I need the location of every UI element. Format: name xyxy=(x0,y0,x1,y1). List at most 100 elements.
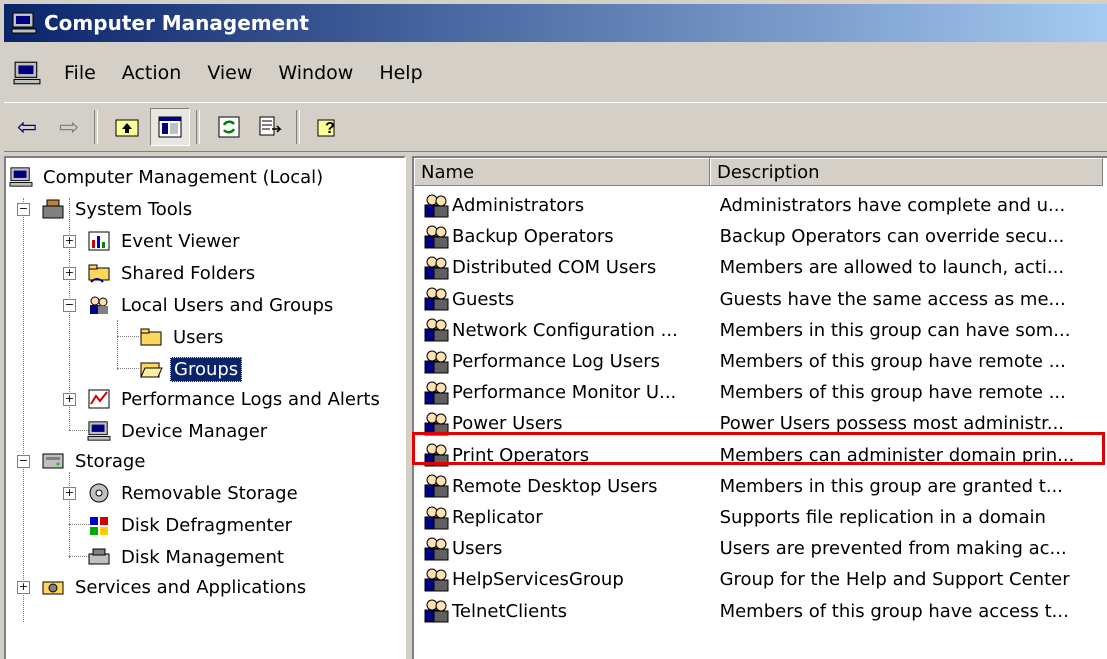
details-list[interactable]: Name Description Administrators Administr… xyxy=(412,156,1107,659)
menu-file[interactable]: File xyxy=(58,58,102,88)
title-bar[interactable]: Computer Management xyxy=(4,4,1107,42)
toolbar-separator xyxy=(94,110,98,144)
menu-bar: File Action View Window Help xyxy=(4,48,1107,98)
list-item[interactable]: Administrators Administrators have comple… xyxy=(414,190,1107,221)
list-item[interactable]: TelnetClients Members of this group have … xyxy=(414,596,1107,627)
name-cell: Users xyxy=(414,535,710,563)
tree-item-services-and-applications[interactable]: Services and Applications xyxy=(40,572,309,602)
tree-item-storage[interactable]: Storage xyxy=(40,446,148,476)
computer-management-window: Computer Management File Action View Win… xyxy=(0,0,1107,659)
tree-item-groups[interactable]: Groups xyxy=(138,354,243,384)
console-tree[interactable]: Computer Management (Local) − System Too… xyxy=(4,156,406,659)
refresh-button[interactable] xyxy=(210,109,248,145)
list-item[interactable]: Performance Log Users Members of this gro… xyxy=(414,346,1107,377)
list-item[interactable]: Users Users are prevented from making ac.… xyxy=(414,533,1107,564)
list-item[interactable]: Power Users Power Users possess most admi… xyxy=(414,408,1107,439)
column-header-name[interactable]: Name xyxy=(414,158,710,186)
list-item[interactable]: Network Configuration ... Members in this… xyxy=(414,315,1107,346)
system-menu-icon[interactable] xyxy=(10,56,44,90)
tree-item-disk-defragmenter[interactable]: Disk Defragmenter xyxy=(86,510,295,540)
back-icon: ⇦ xyxy=(16,113,38,141)
tree-label: Disk Management xyxy=(121,546,284,568)
group-name: Guests xyxy=(452,288,515,310)
menu-help[interactable]: Help xyxy=(373,58,428,88)
toolbar-separator xyxy=(296,110,300,144)
group-icon xyxy=(422,379,450,407)
folder-icon xyxy=(138,324,164,350)
name-cell: Replicator xyxy=(414,504,710,532)
collapse-toggle[interactable]: − xyxy=(17,455,30,468)
forward-icon: ⇨ xyxy=(58,113,80,141)
group-description: Group for the Help and Support Center xyxy=(719,569,1070,591)
group-description: Users are prevented from making ac... xyxy=(719,538,1067,560)
expand-toggle[interactable]: + xyxy=(63,235,76,248)
group-name: Distributed COM Users xyxy=(452,257,657,279)
list-item[interactable]: Distributed COM Users Members are allowed… xyxy=(414,252,1107,283)
name-cell: Guests xyxy=(414,285,710,313)
list-item[interactable]: Backup Operators Backup Operators can ove… xyxy=(414,221,1107,252)
tree-item-removable-storage[interactable]: Removable Storage xyxy=(86,478,301,508)
refresh-icon xyxy=(218,116,240,138)
name-cell: Backup Operators xyxy=(414,223,710,251)
tree-item-computer-management-local[interactable]: Computer Management (Local) xyxy=(8,162,326,192)
group-icon xyxy=(422,597,450,625)
toolbar-separator xyxy=(196,110,200,144)
expand-toggle[interactable]: + xyxy=(17,581,30,594)
name-cell: HelpServicesGroup xyxy=(414,566,710,594)
group-description: Members in this group are granted t... xyxy=(719,475,1063,497)
tree-label: System Tools xyxy=(75,198,193,220)
tree-item-local-users-and-groups[interactable]: Local Users and Groups xyxy=(86,290,336,320)
expand-toggle[interactable]: + xyxy=(63,393,76,406)
tree-item-event-viewer[interactable]: Event Viewer xyxy=(86,226,242,256)
list-item[interactable]: Replicator Supports file replication in a… xyxy=(414,502,1107,533)
up-one-level-button[interactable] xyxy=(108,109,146,145)
expand-toggle[interactable]: + xyxy=(63,487,76,500)
group-description: Members can administer domain prin... xyxy=(719,444,1075,466)
back-button[interactable]: ⇦ xyxy=(8,109,46,145)
tree-label: Disk Defragmenter xyxy=(121,514,293,536)
menu-window[interactable]: Window xyxy=(272,58,359,88)
tree-item-shared-folders[interactable]: Shared Folders xyxy=(86,258,258,288)
export-list-button[interactable] xyxy=(252,109,290,145)
expand-toggle[interactable]: + xyxy=(63,267,76,280)
group-icon xyxy=(422,316,450,344)
list-item[interactable]: HelpServicesGroup Group for the Help and … xyxy=(414,564,1107,595)
show-hide-tree-button[interactable] xyxy=(150,108,190,146)
group-name: Users xyxy=(452,538,503,560)
group-icon xyxy=(422,223,450,251)
computer-icon xyxy=(10,9,38,37)
group-icon xyxy=(422,441,450,469)
show-tree-icon xyxy=(158,116,182,138)
group-description: Members of this group have access t... xyxy=(719,600,1069,622)
collapse-toggle[interactable]: − xyxy=(17,203,30,216)
help-icon: ? xyxy=(317,119,335,137)
group-description: Backup Operators can override secu... xyxy=(719,226,1065,248)
list-item[interactable]: Remote Desktop Users Members in this grou… xyxy=(414,471,1107,502)
list-item[interactable]: Guests Guests have the same access as me.… xyxy=(414,284,1107,315)
tree-item-device-manager[interactable]: Device Manager xyxy=(86,416,270,446)
menu-action[interactable]: Action xyxy=(116,58,188,88)
collapse-toggle[interactable]: − xyxy=(63,299,76,312)
forward-button[interactable]: ⇨ xyxy=(50,109,88,145)
name-cell: Administrators xyxy=(414,192,710,220)
tree-label: Event Viewer xyxy=(121,230,240,252)
group-description: Members of this group have remote ... xyxy=(719,351,1066,372)
tree-item-users[interactable]: Users xyxy=(138,322,226,352)
open-folder-icon xyxy=(138,356,164,382)
list-item[interactable]: Print Operators Members can administer do… xyxy=(414,440,1107,471)
help-button[interactable]: ? xyxy=(310,109,348,145)
tree-label: Performance Logs and Alerts xyxy=(121,388,380,410)
group-icon xyxy=(422,566,450,594)
tree-item-system-tools[interactable]: System Tools xyxy=(40,194,195,224)
list-item[interactable]: Performance Monitor U... Members of this … xyxy=(414,377,1107,408)
tree-label: Local Users and Groups xyxy=(121,294,334,316)
tree-label: Removable Storage xyxy=(121,482,298,504)
name-cell: Power Users xyxy=(414,410,710,438)
tree-label: Device Manager xyxy=(121,420,268,442)
menu-view[interactable]: View xyxy=(201,58,258,88)
tree-item-disk-management[interactable]: Disk Management xyxy=(86,542,287,572)
tree-item-performance-logs-and-alerts[interactable]: Performance Logs and Alerts xyxy=(86,384,383,414)
column-header-description[interactable]: Description xyxy=(710,158,1103,186)
group-icon xyxy=(422,410,450,438)
name-cell: Remote Desktop Users xyxy=(414,472,710,500)
